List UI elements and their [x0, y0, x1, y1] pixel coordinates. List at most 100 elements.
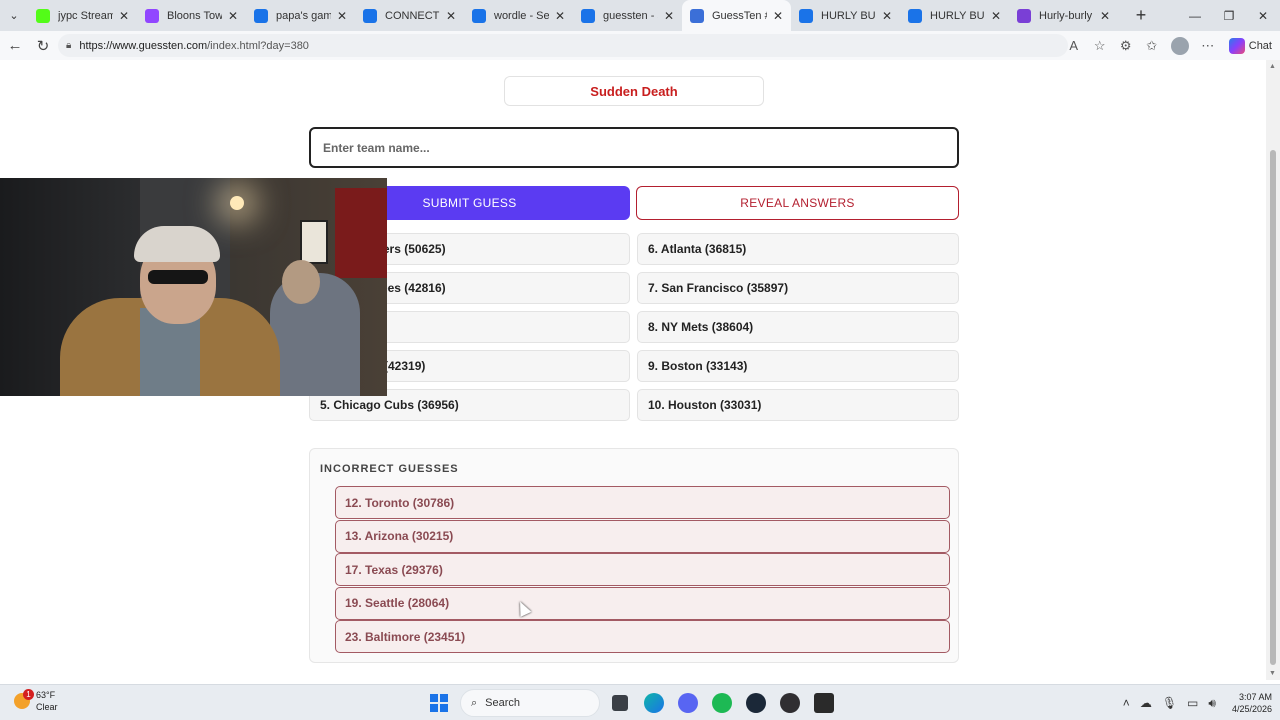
browser-tab[interactable]: Hurly-burly - Me ✕ [1009, 0, 1118, 31]
weather-badge: 1 [23, 689, 34, 700]
browser-tab[interactable]: guessten - Searc ✕ [573, 0, 682, 31]
volume-icon[interactable]: 🔊︎ [1208, 696, 1216, 711]
browser-tab[interactable]: papa's games - S ✕ [246, 0, 355, 31]
close-tab-icon[interactable]: ✕ [226, 9, 240, 23]
copilot-icon [1228, 37, 1245, 54]
microphone-icon[interactable]: 🎙︎ [1162, 696, 1177, 710]
close-tab-icon[interactable]: ✕ [771, 9, 785, 23]
system-tray: ˄ ☁ 🎙︎ ▭ 🔊︎ 3:07 AM 4/25/2026 [1123, 689, 1272, 717]
page-scrollbar[interactable]: ▲ ▼ [1266, 60, 1280, 680]
close-tab-icon[interactable]: ✕ [880, 9, 894, 23]
browser-toolbar-right: A ☆ ⚙ ✩ ⋯ Chat [1063, 31, 1272, 60]
tab-title: papa's games - S [276, 9, 331, 22]
steam-icon[interactable] [742, 689, 770, 717]
search-icon [581, 8, 595, 23]
browser-tab[interactable]: GuessTen #381 ✕ [682, 0, 791, 31]
url-field[interactable]: 🔒︎ https://www.guessten.com /index.html?… [58, 34, 1068, 57]
taskbar-search-label: Search [485, 697, 521, 709]
close-tab-icon[interactable]: ✕ [335, 9, 349, 23]
scroll-up-icon[interactable]: ▲ [1269, 63, 1276, 70]
reload-icon[interactable]: ↻ [30, 33, 56, 59]
incorrect-guesses-title: INCORRECT GUESSES [320, 463, 459, 475]
read-aloud-icon[interactable]: A [1063, 38, 1085, 53]
close-tab-icon[interactable]: ✕ [553, 9, 567, 23]
browser-tab[interactable]: HURLY BURLY - S ✕ [900, 0, 1009, 31]
windows-start-icon[interactable] [430, 694, 448, 712]
answers-grid: 1. LA Dodgers (50625) 6. Atlanta (36815)… [309, 233, 959, 421]
tray-overflow-icon[interactable]: ˄ [1123, 696, 1130, 710]
epic-games-icon[interactable] [810, 689, 838, 717]
incorrect-guess-item: 12. Toronto (30786) [335, 486, 950, 519]
tab-title: Hurly-burly - Me [1039, 9, 1094, 22]
tab-title: GuessTen #381 [712, 9, 767, 22]
edge-browser-icon[interactable] [640, 689, 668, 717]
close-tab-icon[interactable]: ✕ [989, 9, 1003, 23]
network-icon[interactable]: ▭ [1187, 696, 1198, 710]
system-clock[interactable]: 3:07 AM 4/25/2026 [1232, 691, 1272, 715]
search-icon [472, 8, 486, 23]
browser-tab[interactable]: HURLY BURLY - S ✕ [791, 0, 900, 31]
more-menu-icon[interactable]: ⋯ [1197, 38, 1219, 54]
extensions-icon[interactable]: ⚙ [1115, 38, 1137, 54]
search-icon [908, 8, 922, 23]
copilot-chat-button[interactable]: Chat [1228, 37, 1272, 54]
dictionary-icon [1017, 8, 1031, 23]
windows-taskbar: 1 63°F Clear ⌕ Search ˄ ☁ 🎙︎ ▭ 🔊︎ 3:07 A… [0, 684, 1280, 720]
browser-tab[interactable]: jypc Stream - W ✕ [28, 0, 137, 31]
guessten-icon [690, 8, 704, 23]
close-tab-icon[interactable]: ✕ [117, 9, 131, 23]
tab-title: wordle - Search [494, 9, 549, 22]
scrollbar-thumb[interactable] [1270, 150, 1276, 665]
back-icon[interactable]: ← [2, 33, 28, 59]
url-path: /index.html?day=380 [207, 39, 309, 52]
kick-icon [36, 8, 50, 23]
reveal-answers-button[interactable]: REVEAL ANSWERS [636, 186, 959, 220]
new-tab-button[interactable]: + [1126, 0, 1156, 31]
favorites-icon[interactable]: ✩ [1141, 38, 1163, 54]
task-view-icon[interactable] [606, 689, 634, 717]
tab-title: CONNECTIONS [385, 9, 440, 22]
url-host: https://www.guessten.com [79, 39, 208, 52]
window-controls: — ❐ ✕ [1178, 0, 1280, 31]
profile-avatar[interactable] [1170, 36, 1189, 55]
search-icon [363, 8, 377, 23]
browser-tab-strip: ⌄ jypc Stream - W✕Bloons Tower De✕papa's… [0, 0, 1280, 31]
obs-icon[interactable] [776, 689, 804, 717]
chat-label: Chat [1248, 39, 1272, 52]
answer-slot-6: 6. Atlanta (36815) [637, 233, 959, 265]
search-icon: ⌕ [471, 696, 478, 709]
close-tab-icon[interactable]: ✕ [444, 9, 458, 23]
weather-widget[interactable]: 1 63°F Clear [14, 689, 58, 713]
lock-icon: 🔒︎ [66, 40, 72, 51]
restore-icon[interactable]: ❐ [1212, 0, 1246, 31]
taskbar-search-box[interactable]: ⌕ Search [460, 689, 600, 717]
temperature-label: 63°F [36, 690, 56, 700]
tab-title: HURLY BURLY - S [930, 9, 985, 22]
close-tab-icon[interactable]: ✕ [1098, 9, 1112, 23]
onedrive-icon[interactable]: ☁ [1140, 696, 1152, 710]
team-name-input[interactable] [309, 127, 959, 168]
tab-actions-menu-icon[interactable]: ⌄ [0, 0, 28, 31]
answer-slot-8: 8. NY Mets (38604) [637, 311, 959, 343]
incorrect-guesses-list: 12. Toronto (30786) 13. Arizona (30215) … [335, 486, 950, 654]
tab-title: guessten - Searc [603, 9, 658, 22]
tab-title: HURLY BURLY - S [821, 9, 876, 22]
answer-slot-9: 9. Boston (33143) [637, 350, 959, 382]
weather-condition-label: Clear [36, 702, 58, 712]
browser-tab[interactable]: Bloons Tower De ✕ [137, 0, 246, 31]
scroll-down-icon[interactable]: ▼ [1269, 670, 1276, 677]
answer-slot-10: 10. Houston (33031) [637, 389, 959, 421]
spotify-icon[interactable] [708, 689, 736, 717]
discord-icon[interactable] [674, 689, 702, 717]
minimize-icon[interactable]: — [1178, 0, 1212, 31]
favorite-star-icon[interactable]: ☆ [1089, 38, 1111, 54]
taskbar-apps: ⌕ Search [430, 689, 838, 717]
browser-tab[interactable]: wordle - Search ✕ [464, 0, 573, 31]
incorrect-guess-item: 17. Texas (29376) [335, 553, 950, 586]
close-window-icon[interactable]: ✕ [1246, 0, 1280, 31]
incorrect-guesses-panel: INCORRECT GUESSES 12. Toronto (30786) 13… [309, 448, 959, 663]
webcam-overlay [0, 178, 387, 396]
incorrect-guess-item: 23. Baltimore (23451) [335, 620, 950, 653]
browser-tab[interactable]: CONNECTIONS ✕ [355, 0, 464, 31]
close-tab-icon[interactable]: ✕ [662, 9, 676, 23]
